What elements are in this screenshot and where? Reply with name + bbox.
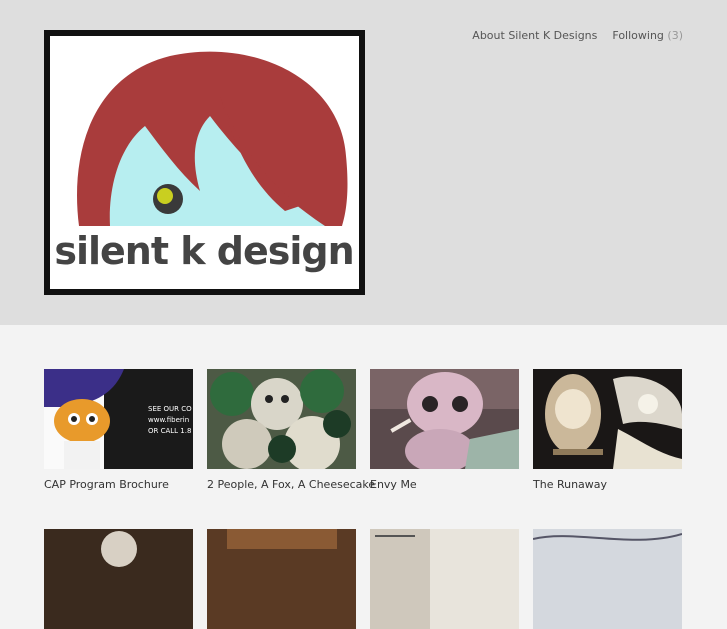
logo-text: silent k design <box>54 229 353 273</box>
project-thumbnail[interactable] <box>207 369 356 469</box>
project-image <box>207 529 356 629</box>
project-card[interactable]: Envy Me <box>370 369 519 491</box>
about-link[interactable]: About Silent K Designs <box>472 29 597 42</box>
overlay-line: OR CALL 1.8 <box>148 427 191 435</box>
project-thumbnail[interactable] <box>44 529 193 629</box>
project-thumbnail[interactable] <box>207 529 356 629</box>
profile-header: silent k design About Silent K Designs F… <box>0 0 727 325</box>
project-card[interactable] <box>44 529 193 629</box>
project-thumbnail[interactable]: SEE OUR CO www.fiberin OR CALL 1.8 <box>44 369 193 469</box>
project-thumbnail[interactable] <box>533 369 682 469</box>
project-card[interactable]: 2 People, A Fox, A Cheesecake <box>207 369 375 491</box>
project-card[interactable] <box>207 529 356 629</box>
logo-graphic: silent k design <box>50 36 359 289</box>
overlay-line: www.fiberin <box>148 416 189 424</box>
project-image <box>533 529 682 629</box>
project-card[interactable] <box>370 529 519 629</box>
project-image <box>44 529 193 629</box>
project-thumbnail[interactable] <box>370 529 519 629</box>
project-thumbnail[interactable] <box>370 369 519 469</box>
project-card[interactable]: SEE OUR CO www.fiberin OR CALL 1.8 CAP P… <box>44 369 193 491</box>
cap-brochure-image: SEE OUR CO www.fiberin OR CALL 1.8 <box>44 369 193 469</box>
project-thumbnail[interactable] <box>533 529 682 629</box>
project-title[interactable]: CAP Program Brochure <box>44 478 193 491</box>
following-label: Following <box>612 29 664 42</box>
project-image <box>370 529 519 629</box>
project-title[interactable]: Envy Me <box>370 478 519 491</box>
following-count: (3) <box>667 29 683 42</box>
fox-cheesecake-image <box>207 369 356 469</box>
project-title[interactable]: The Runaway <box>533 478 682 491</box>
envy-me-image <box>370 369 519 469</box>
project-card[interactable] <box>533 529 682 629</box>
project-card[interactable]: The Runaway <box>533 369 682 491</box>
the-runaway-image <box>533 369 682 469</box>
project-title[interactable]: 2 People, A Fox, A Cheesecake <box>207 478 375 491</box>
top-nav: About Silent K Designs Following (3) <box>472 29 683 42</box>
following-link[interactable]: Following (3) <box>612 29 683 42</box>
overlay-line: SEE OUR CO <box>148 405 192 413</box>
silent-k-design-logo[interactable]: silent k design <box>44 30 365 295</box>
